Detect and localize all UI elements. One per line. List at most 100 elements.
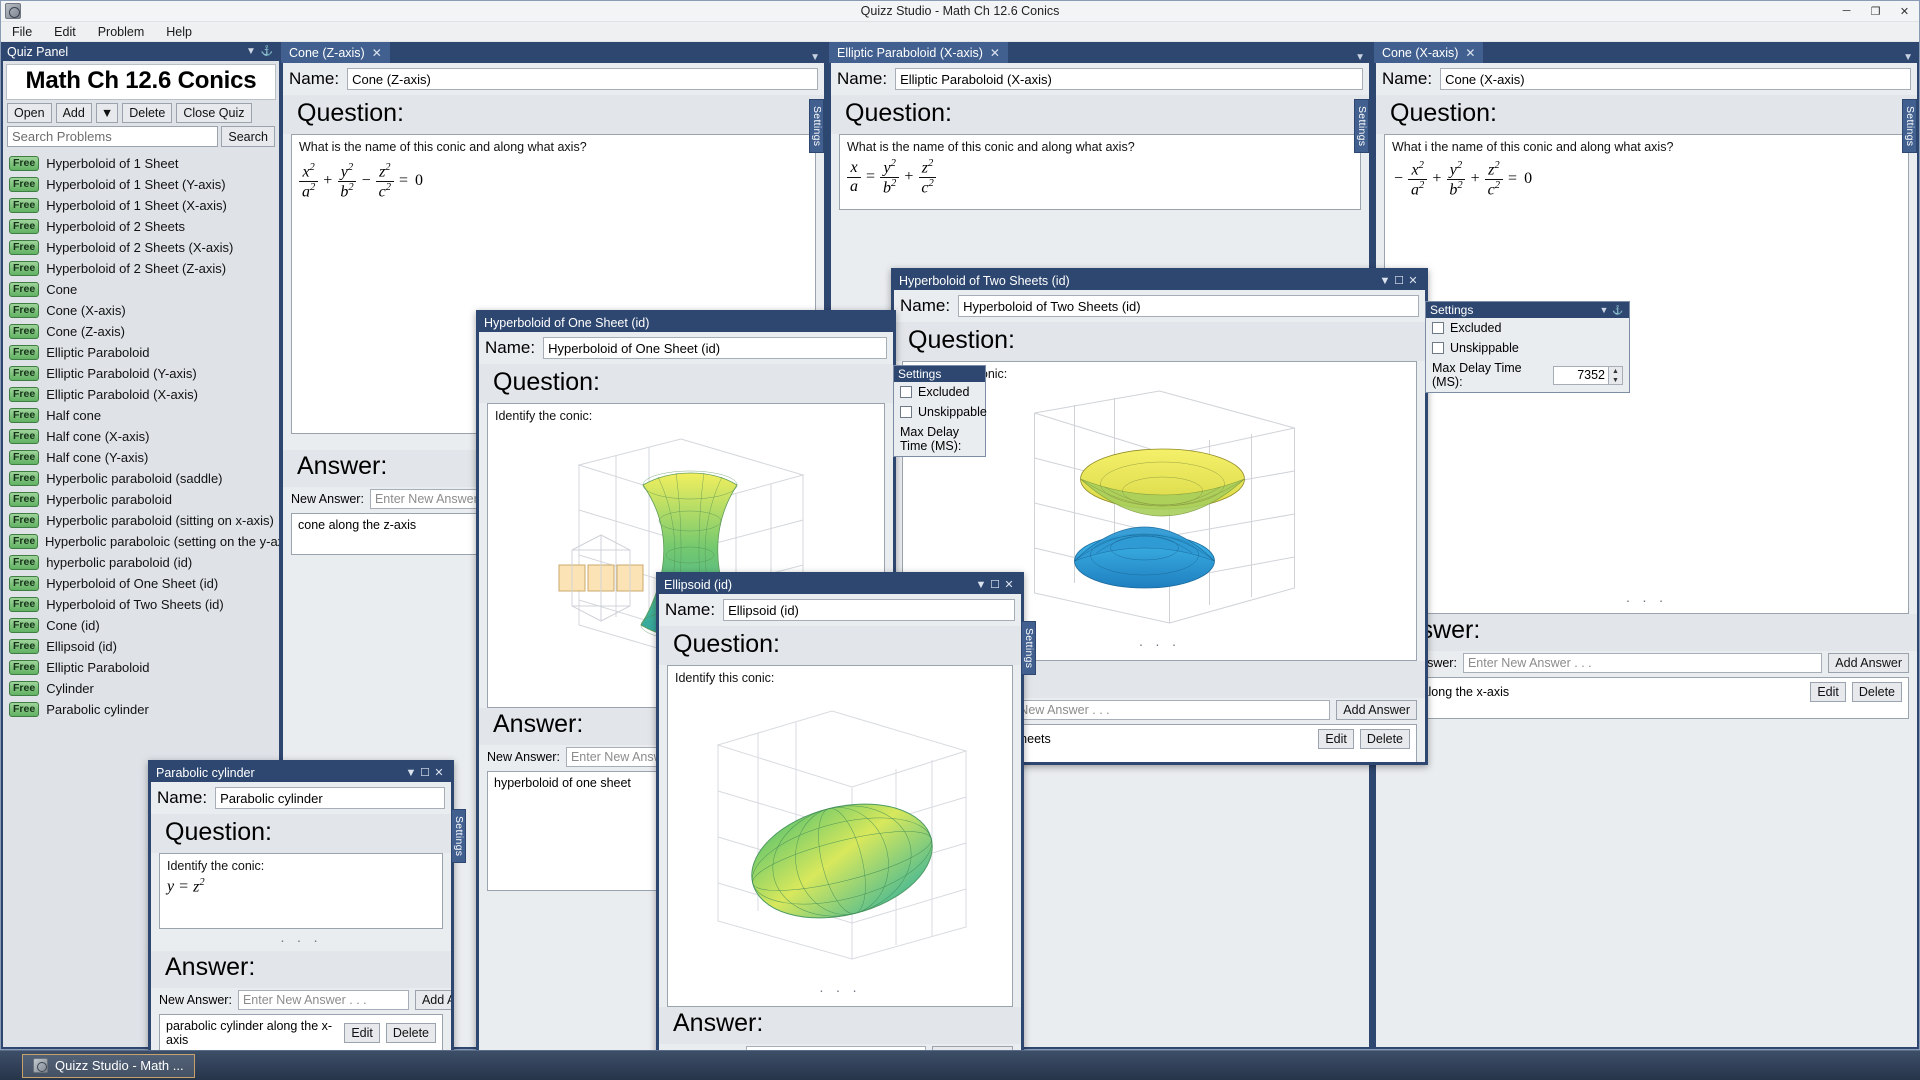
problem-list-item[interactable]: Free Cone (X-axis) [5, 300, 279, 321]
question-box-fw4[interactable]: Identify the conic: y = z2 [159, 853, 443, 929]
new-answer-input[interactable] [980, 700, 1331, 720]
problem-list-item[interactable]: Free Hyperboloid of 2 Sheets [5, 216, 279, 237]
name-field[interactable] [895, 68, 1363, 90]
problem-list-item[interactable]: Free Hyperbolic paraboloid [5, 489, 279, 510]
excluded-checkbox[interactable] [1432, 322, 1444, 334]
menu-help[interactable]: Help [155, 22, 203, 42]
excluded-row[interactable]: Excluded [894, 382, 985, 402]
problem-list-item[interactable]: Free Half cone (X-axis) [5, 426, 279, 447]
open-button[interactable]: Open [7, 103, 52, 123]
problem-list-item[interactable]: Free Cylinder [5, 678, 279, 699]
stepper-up-icon[interactable]: ▲ [1609, 367, 1622, 376]
close-icon[interactable]: ✕ [1002, 578, 1016, 591]
pin-icon[interactable]: ⚓ [1611, 305, 1625, 316]
problem-list-item[interactable]: Free Hyperboloid of 1 Sheet (X-axis) [5, 195, 279, 216]
resize-grip-dots[interactable]: · · · [675, 979, 1005, 1001]
add-dropdown-button[interactable]: ▼ [95, 103, 119, 123]
new-answer-input[interactable] [1462, 653, 1823, 673]
fw-titlebar[interactable]: Hyperboloid of One Sheet (id) [479, 313, 893, 332]
problem-list-item[interactable]: Free Half cone (Y-axis) [5, 447, 279, 468]
delete-button[interactable]: Delete [122, 103, 173, 123]
add-button[interactable]: Add [55, 103, 92, 123]
problem-list-item[interactable]: Free Hyperboloid of 2 Sheets (X-axis) [5, 237, 279, 258]
edit-button[interactable]: Edit [1810, 682, 1846, 702]
problem-list-item[interactable]: Free Elliptic Paraboloid (Y-axis) [5, 363, 279, 384]
maximize-icon[interactable]: ☐ [988, 578, 1002, 591]
fw-titlebar[interactable]: Hyperboloid of Two Sheets (id) ▼ ☐ ✕ [894, 271, 1425, 290]
fw-titlebar[interactable]: Ellipsoid (id) ▼ ☐ ✕ [659, 575, 1021, 594]
settings-side-tab-fw3[interactable]: Settings [1021, 621, 1036, 676]
tab-cone-z-axis[interactable]: Cone (Z-axis) ✕ [281, 42, 390, 63]
new-answer-input[interactable] [237, 990, 409, 1010]
settings-panel-popup-2[interactable]: Settings Excluded Unskippable Max Delay … [893, 365, 987, 457]
chevron-down-icon[interactable]: ▼ [404, 767, 418, 779]
tab-cone-x-axis[interactable]: Cone (X-axis) ✕ [1374, 42, 1484, 63]
settings-panel-popup[interactable]: Settings ▼ ⚓ Excluded Unskippable Max De… [1425, 301, 1630, 393]
settings-side-tab-1[interactable]: Settings [809, 99, 824, 154]
problem-list-item[interactable]: Free hyperbolic paraboloid (id) [5, 552, 279, 573]
tab-elliptic-paraboloid-x-axis[interactable]: Elliptic Paraboloid (X-axis) ✕ [829, 42, 1008, 63]
pin-icon[interactable]: ⚓ [259, 46, 275, 57]
unskippable-row[interactable]: Unskippable [894, 402, 987, 422]
problem-list-item[interactable]: Free Hyperbolic paraboloid (saddle) [5, 468, 279, 489]
close-quiz-button[interactable]: Close Quiz [176, 103, 252, 123]
name-field[interactable] [347, 68, 818, 90]
menu-problem[interactable]: Problem [87, 22, 156, 42]
problem-list-item[interactable]: Free Cone [5, 279, 279, 300]
name-field[interactable] [1440, 68, 1911, 90]
resize-grip-dots[interactable]: · · · [151, 929, 451, 951]
add-answer-button[interactable]: Add Answer [414, 990, 451, 1010]
problem-list-item[interactable]: Free Cone (Z-axis) [5, 321, 279, 342]
excluded-checkbox[interactable] [900, 386, 912, 398]
chevron-down-icon[interactable]: ▼ [1597, 305, 1611, 315]
unskippable-checkbox[interactable] [1432, 342, 1444, 354]
delete-button[interactable]: Delete [1851, 682, 1902, 702]
tab-overflow-icon[interactable]: ▼ [1897, 52, 1919, 63]
close-icon[interactable]: ✕ [1406, 274, 1420, 287]
floating-window-ellipsoid[interactable]: Ellipsoid (id) ▼ ☐ ✕ Name: Question: Ide… [656, 572, 1036, 1080]
close-icon[interactable]: ✕ [990, 46, 1000, 60]
settings-side-tab-fw4[interactable]: Settings [451, 809, 466, 864]
add-answer-button[interactable]: Add Answer [1336, 700, 1417, 720]
max-delay-stepper[interactable]: ▲ ▼ [1553, 365, 1623, 385]
question-box-fw3[interactable]: Identify this conic: · · · [667, 665, 1013, 1007]
add-answer-button[interactable]: Add Answer [1828, 653, 1909, 673]
problem-list-item[interactable]: Free Ellipsoid (id) [5, 636, 279, 657]
fw-titlebar[interactable]: Parabolic cylinder ▼ ☐ ✕ [151, 763, 451, 782]
chevron-down-icon[interactable]: ▼ [243, 46, 259, 57]
problem-list-item[interactable]: Free Hyperbolic paraboloic (setting on th… [5, 531, 279, 552]
problem-list-item[interactable]: Free Parabolic cylinder [5, 699, 279, 720]
tab-overflow-icon[interactable]: ▼ [1349, 52, 1371, 63]
name-field[interactable] [543, 337, 887, 359]
excluded-row[interactable]: Excluded [1426, 318, 1629, 338]
settings-side-tab-3[interactable]: Settings [1902, 99, 1917, 154]
problem-list-item[interactable]: Free Elliptic Paraboloid [5, 657, 279, 678]
delete-button[interactable]: Delete [1359, 729, 1410, 749]
problem-list-item[interactable]: Free Half cone [5, 405, 279, 426]
search-button[interactable]: Search [221, 126, 275, 147]
edit-button[interactable]: Edit [1318, 729, 1354, 749]
problem-list-item[interactable]: Free Hyperboloid of Two Sheets (id) [5, 594, 279, 615]
edit-button[interactable]: Edit [344, 1023, 380, 1043]
stepper-arrows[interactable]: ▲ ▼ [1608, 366, 1622, 384]
problem-list-item[interactable]: Free Hyperboloid of One Sheet (id) [5, 573, 279, 594]
problem-list-item[interactable]: Free Cone (id) [5, 615, 279, 636]
chevron-down-icon[interactable]: ▼ [1378, 275, 1392, 287]
delete-button[interactable]: Delete [385, 1023, 436, 1043]
max-delay-input[interactable] [1554, 366, 1608, 384]
close-icon[interactable]: ✕ [432, 766, 446, 779]
problem-list-item[interactable]: Free Elliptic Paraboloid [5, 342, 279, 363]
maximize-icon[interactable]: ☐ [1392, 274, 1406, 287]
close-icon[interactable]: ✕ [372, 46, 382, 60]
unskippable-row[interactable]: Unskippable [1426, 338, 1629, 358]
question-box-2[interactable]: What is the name of this conic and along… [839, 134, 1361, 210]
problem-list-item[interactable]: Free Elliptic Paraboloid (X-axis) [5, 384, 279, 405]
menu-file[interactable]: File [1, 22, 43, 42]
problem-list-item[interactable]: Free Hyperboloid of 2 Sheet (Z-axis) [5, 258, 279, 279]
problem-list-item[interactable]: Free Hyperboloid of 1 Sheet (Y-axis) [5, 174, 279, 195]
maximize-icon[interactable]: ☐ [418, 766, 432, 779]
floating-window-parabolic-cylinder[interactable]: Parabolic cylinder ▼ ☐ ✕ Name: Question:… [148, 760, 466, 1070]
name-field[interactable] [723, 599, 1015, 621]
resize-grip-dots[interactable]: · · · [1385, 589, 1908, 611]
chevron-down-icon[interactable]: ▼ [974, 579, 988, 591]
